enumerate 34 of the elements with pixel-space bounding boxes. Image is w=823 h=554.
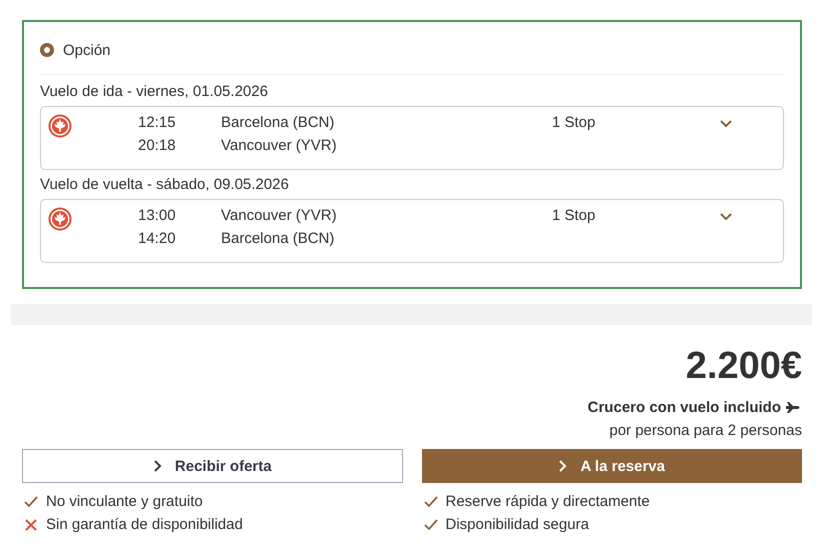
checkmark-icon <box>424 518 438 531</box>
departure-time: 13:00 <box>138 207 177 224</box>
maple-leaf-icon <box>48 207 72 231</box>
offer-button[interactable]: Recibir oferta <box>22 449 402 483</box>
departure-time: 12:15 <box>138 114 177 131</box>
feature-text: Disponibilidad segura <box>446 516 589 533</box>
flight-panel[interactable]: 13:00 Vancouver (YVR) 14:20 Barcelona (BCN) 1 Stop <box>40 199 784 263</box>
price-note: por persona para 2 personas <box>608 422 802 439</box>
flight-heading: Vuelo de vuelta - sábado, 09.05.2026 <box>40 176 290 193</box>
price-title: Crucero con vuelo incluido <box>588 399 781 416</box>
cross-icon <box>24 518 38 532</box>
chevron-right-icon <box>558 459 568 473</box>
airport-name: Vancouver (YVR) <box>221 137 337 154</box>
booking-button[interactable]: A la reserva <box>422 449 802 483</box>
flight-heading: Vuelo de ida - viernes, 01.05.2026 <box>40 83 269 100</box>
airplane-icon <box>785 400 802 415</box>
flight-panel[interactable]: 12:15 Barcelona (BCN) 20:18 Vancouver (YVR) 1 Stop <box>40 106 784 170</box>
feature-text: Sin garantía de disponibilidad <box>46 516 243 533</box>
departure-time: 14:20 <box>138 230 177 247</box>
airport-name: Barcelona (BCN) <box>221 114 334 131</box>
feature-text: Reserve rápida y directamente <box>446 493 650 510</box>
airport-name: Barcelona (BCN) <box>221 230 334 247</box>
option-label: Opción <box>63 42 111 58</box>
airport-name: Vancouver (YVR) <box>221 207 337 224</box>
stops-label: 1 Stop <box>552 114 596 131</box>
checkmark-icon <box>24 495 38 508</box>
departure-time: 20:18 <box>138 137 177 154</box>
chevron-right-icon <box>152 459 162 473</box>
checkmark-icon <box>424 495 438 508</box>
radio-button[interactable] <box>40 43 54 57</box>
price-amount: 2.200€ <box>684 345 802 387</box>
stops-label: 1 Stop <box>552 207 596 224</box>
feature-text: No vinculante y gratuito <box>46 493 203 510</box>
maple-leaf-icon <box>48 114 72 138</box>
